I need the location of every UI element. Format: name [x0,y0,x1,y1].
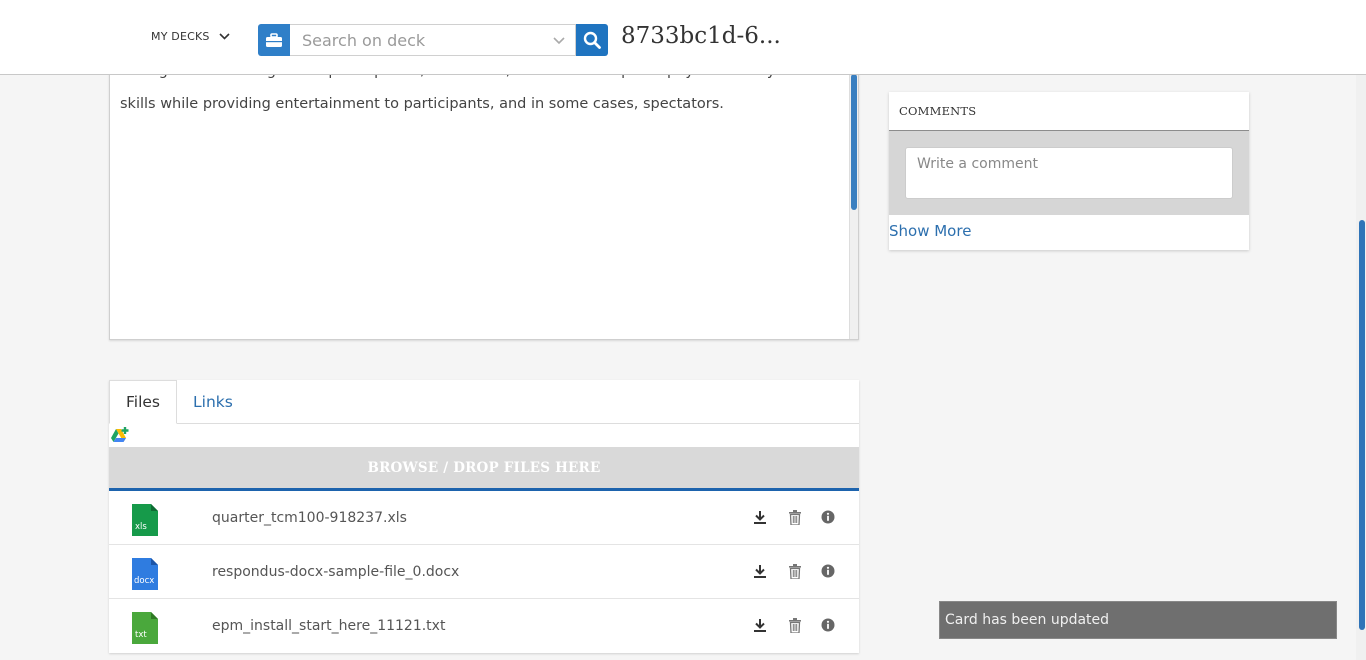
page-scroll-thumb[interactable] [1359,220,1365,630]
top-header: MY DECKS 8733bc1d-6... [0,0,1366,75]
comment-input[interactable] [905,147,1233,199]
comments-panel: COMMENTS Show More [889,92,1249,250]
trash-icon[interactable] [789,618,801,633]
svg-text:txt: txt [135,630,147,640]
comments-heading: COMMENTS [889,92,1249,131]
info-icon[interactable] [821,510,835,524]
download-icon[interactable] [753,618,767,633]
file-row: txt epm_install_start_here_11121.txt [109,599,859,653]
download-icon[interactable] [753,510,767,525]
svg-text:xls: xls [135,522,147,532]
attachments-tabs: Files Links [109,380,859,424]
file-name[interactable]: respondus-docx-sample-file_0.docx [212,545,459,599]
tab-files[interactable]: Files [109,380,178,424]
info-icon[interactable] [821,564,835,578]
description-scroll-thumb[interactable] [851,74,857,210]
search-icon [583,31,601,49]
deck-title: 8733bc1d-6... [621,23,781,49]
tab-links[interactable]: Links [177,380,249,424]
download-icon[interactable] [753,564,767,579]
docx-file-icon: docx [132,558,158,590]
my-decks-label: MY DECKS [151,30,210,43]
xls-file-icon: xls [132,504,158,536]
deck-search [258,24,608,56]
file-name[interactable]: epm_install_start_here_11121.txt [212,599,445,653]
svg-text:docx: docx [134,576,154,586]
description-editor[interactable]: through casual or organized participatio… [109,40,859,340]
my-decks-dropdown[interactable]: MY DECKS [151,30,230,43]
description-scrollbar[interactable] [849,41,858,339]
search-dropdown-caret-icon[interactable] [552,33,566,47]
attachments-panel: Files Links BROWSE / DROP FILES HERE xls… [109,380,859,653]
file-name[interactable]: quarter_tcm100-918237.xls [212,491,407,545]
comments-body [889,131,1249,215]
trash-icon[interactable] [789,510,801,525]
briefcase-icon [266,32,282,47]
trash-icon[interactable] [789,564,801,579]
toast-notification: Card has been updated [939,601,1337,639]
briefcase-button[interactable] [258,24,290,56]
info-icon[interactable] [821,618,835,632]
show-more-link[interactable]: Show More [889,222,971,240]
search-input[interactable] [290,24,576,56]
file-dropzone[interactable]: BROWSE / DROP FILES HERE [109,447,859,491]
search-button[interactable] [576,24,608,56]
page-scrollbar[interactable] [1356,75,1366,660]
chevron-down-icon [219,33,230,40]
file-row: xls quarter_tcm100-918237.xls [109,491,859,545]
drive-row [109,424,859,447]
txt-file-icon: txt [132,612,158,644]
file-row: docx respondus-docx-sample-file_0.docx [109,545,859,599]
google-drive-add-icon[interactable] [110,426,132,446]
description-line: skills while providing entertainment to … [120,96,724,112]
